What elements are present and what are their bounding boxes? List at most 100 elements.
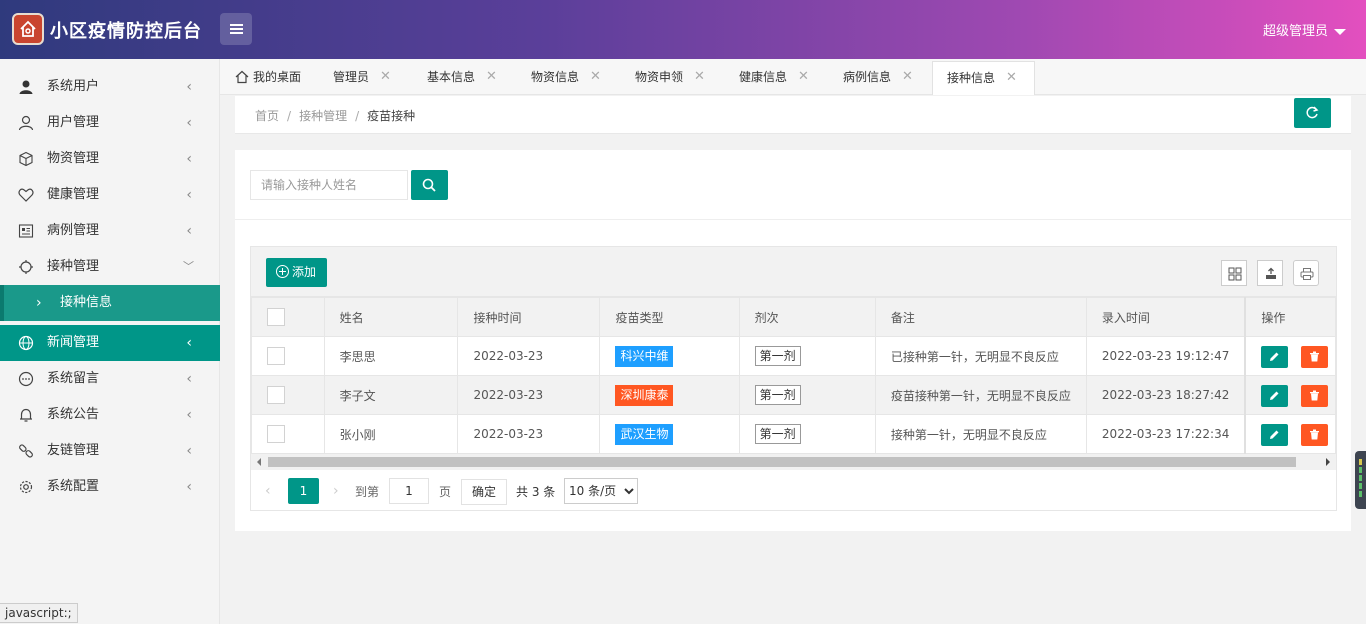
house-logo-icon[interactable] (12, 13, 44, 45)
vaccine-icon (19, 260, 33, 274)
select-all-cell (251, 297, 325, 337)
export-button[interactable] (1257, 260, 1283, 286)
add-button[interactable]: 添加 (266, 258, 327, 287)
sidebar-item-health[interactable]: 健康管理 ‹ (0, 177, 220, 213)
edit-button[interactable] (1261, 424, 1289, 446)
close-icon[interactable]: ✕ (694, 61, 705, 93)
sidebar-item-settings[interactable]: 系统配置 ‹ (0, 469, 220, 505)
refresh-icon (1306, 106, 1319, 119)
side-widget[interactable] (1355, 451, 1366, 509)
sidebar-item-cases[interactable]: 病例管理 ‹ (0, 213, 220, 249)
print-button[interactable] (1293, 260, 1319, 286)
page-size-select[interactable]: 10 条/页 (564, 478, 638, 504)
close-icon[interactable]: ✕ (590, 61, 601, 93)
tab-vaccination-info[interactable]: 接种信息 ✕ (932, 61, 1035, 95)
user-menu[interactable]: 超级管理员 (1263, 20, 1346, 39)
columns-filter-button[interactable] (1221, 260, 1247, 286)
delete-button[interactable] (1301, 346, 1329, 368)
sidebar-item-news[interactable]: 新闻管理 ‹ (0, 325, 220, 361)
plus-circle-icon (276, 265, 289, 278)
search-button[interactable] (411, 170, 448, 200)
tab-admins[interactable]: 管理员 ✕ (320, 61, 416, 95)
chevron-right-icon: › (36, 295, 42, 311)
breadcrumb-home[interactable]: 首页 (255, 109, 279, 123)
top-header: 小区疫情防控后台 超级管理员 (0, 0, 1366, 59)
edit-button[interactable] (1261, 346, 1289, 368)
horizontal-scrollbar[interactable] (251, 454, 1336, 470)
export-icon (1266, 267, 1276, 279)
sidebar-item-label: 新闻管理 (47, 335, 100, 350)
goto-confirm-button[interactable]: 确定 (461, 479, 507, 505)
select-all-checkbox[interactable] (267, 308, 285, 326)
page-number-current[interactable]: 1 (288, 478, 319, 504)
column-header-date[interactable]: 接种时间 (457, 297, 601, 337)
person-outline-icon (18, 115, 34, 131)
box-icon (19, 151, 33, 167)
sidebar-item-messages[interactable]: 系统留言 ‹ (0, 361, 220, 397)
sidebar: 系统用户 ‹ 用户管理 ‹ 物资管理 ‹ 健康管理 ‹ 病例管理 ‹ 接种管理 … (0, 59, 220, 624)
refresh-button[interactable] (1294, 98, 1331, 128)
sidebar-item-vaccination[interactable]: 接种管理 ﹀ (0, 249, 220, 285)
tab-desktop[interactable]: 我的桌面 (220, 61, 320, 95)
sidebar-subitem-vaccination-info[interactable]: › 接种信息 (0, 285, 220, 321)
sidebar-item-user-management[interactable]: 用户管理 ‹ (0, 105, 220, 141)
breadcrumb-section[interactable]: 接种管理 (299, 109, 347, 123)
add-button-label: 添加 (292, 265, 317, 279)
row-checkbox[interactable] (267, 386, 285, 404)
vaccination-table: 姓名 接种时间 疫苗类型 剂次 备注 录入时间 操作 李思思 2022-03-2… (251, 297, 1337, 454)
goto-page-input[interactable] (389, 478, 429, 504)
data-table: 添加 姓名 接种时间 疫苗类型 剂次 备注 录入时间 操作 李思思 2022-0… (250, 246, 1337, 511)
cell-name: 李子文 (323, 375, 459, 415)
close-icon[interactable]: ✕ (486, 61, 497, 93)
scrollbar-thumb[interactable] (268, 457, 1296, 467)
column-header-vaccine[interactable]: 疫苗类型 (599, 297, 740, 337)
pencil-icon (1270, 352, 1279, 361)
prev-page-icon[interactable]: ‹ (265, 483, 271, 499)
delete-button[interactable] (1301, 385, 1329, 407)
delete-button[interactable] (1301, 424, 1329, 446)
tab-material-claims[interactable]: 物资申领 ✕ (624, 61, 728, 95)
row-checkbox[interactable] (267, 425, 285, 443)
total-count: 共 3 条 (516, 485, 556, 499)
row-checkbox[interactable] (267, 347, 285, 365)
tab-health-info[interactable]: 健康信息 ✕ (728, 61, 832, 95)
edit-button[interactable] (1261, 385, 1289, 407)
sidebar-item-label: 接种信息 (60, 295, 113, 310)
sidebar-item-links[interactable]: 友链管理 ‹ (0, 433, 220, 469)
tab-label: 健康信息 (739, 70, 788, 84)
close-icon[interactable]: ✕ (798, 61, 809, 93)
pencil-icon (1270, 430, 1279, 439)
tab-bar: 我的桌面 管理员 ✕ 基本信息 ✕ 物资信息 ✕ 物资申领 ✕ 健康信息 ✕ 病… (220, 59, 1366, 95)
close-icon[interactable]: ✕ (1006, 62, 1017, 94)
column-header-created[interactable]: 录入时间 (1085, 297, 1246, 337)
sidebar-item-system-users[interactable]: 系统用户 ‹ (0, 69, 220, 105)
table-row: 张小刚 2022-03-23 武汉生物 第一剂 接种第一针，无明显不良反应 20… (251, 414, 1337, 454)
table-row: 李思思 2022-03-23 科兴中维 第一剂 已接种第一针，无明显不良反应 2… (251, 336, 1337, 376)
tab-label: 病例信息 (843, 70, 892, 84)
tab-label: 基本信息 (427, 70, 476, 84)
sidebar-item-announcements[interactable]: 系统公告 ‹ (0, 397, 220, 433)
close-icon[interactable]: ✕ (380, 61, 391, 93)
column-header-name[interactable]: 姓名 (323, 297, 459, 337)
menu-toggle-icon[interactable] (220, 13, 252, 45)
sidebar-item-materials[interactable]: 物资管理 ‹ (0, 141, 220, 177)
cell-dose: 第一剂 (738, 336, 876, 376)
tab-case-info[interactable]: 病例信息 ✕ (832, 61, 932, 95)
next-page-icon[interactable]: › (333, 483, 339, 499)
column-header-dose[interactable]: 剂次 (738, 297, 876, 337)
chevron-left-icon: ‹ (186, 407, 192, 423)
close-icon[interactable]: ✕ (902, 61, 913, 93)
scroll-right-arrow-icon[interactable] (1326, 458, 1330, 466)
column-header-note[interactable]: 备注 (874, 297, 1087, 337)
bell-icon (20, 408, 32, 422)
tab-label: 物资信息 (531, 70, 580, 84)
tab-basic-info[interactable]: 基本信息 ✕ (416, 61, 520, 95)
home-icon (235, 70, 249, 84)
cell-actions (1244, 375, 1337, 415)
tab-material-info[interactable]: 物资信息 ✕ (520, 61, 624, 95)
cell-note: 接种第一针，无明显不良反应 (874, 414, 1087, 454)
scroll-left-arrow-icon[interactable] (257, 458, 261, 466)
cell-dose: 第一剂 (738, 414, 876, 454)
sidebar-item-label: 系统用户 (47, 79, 100, 94)
search-input[interactable] (250, 170, 408, 200)
